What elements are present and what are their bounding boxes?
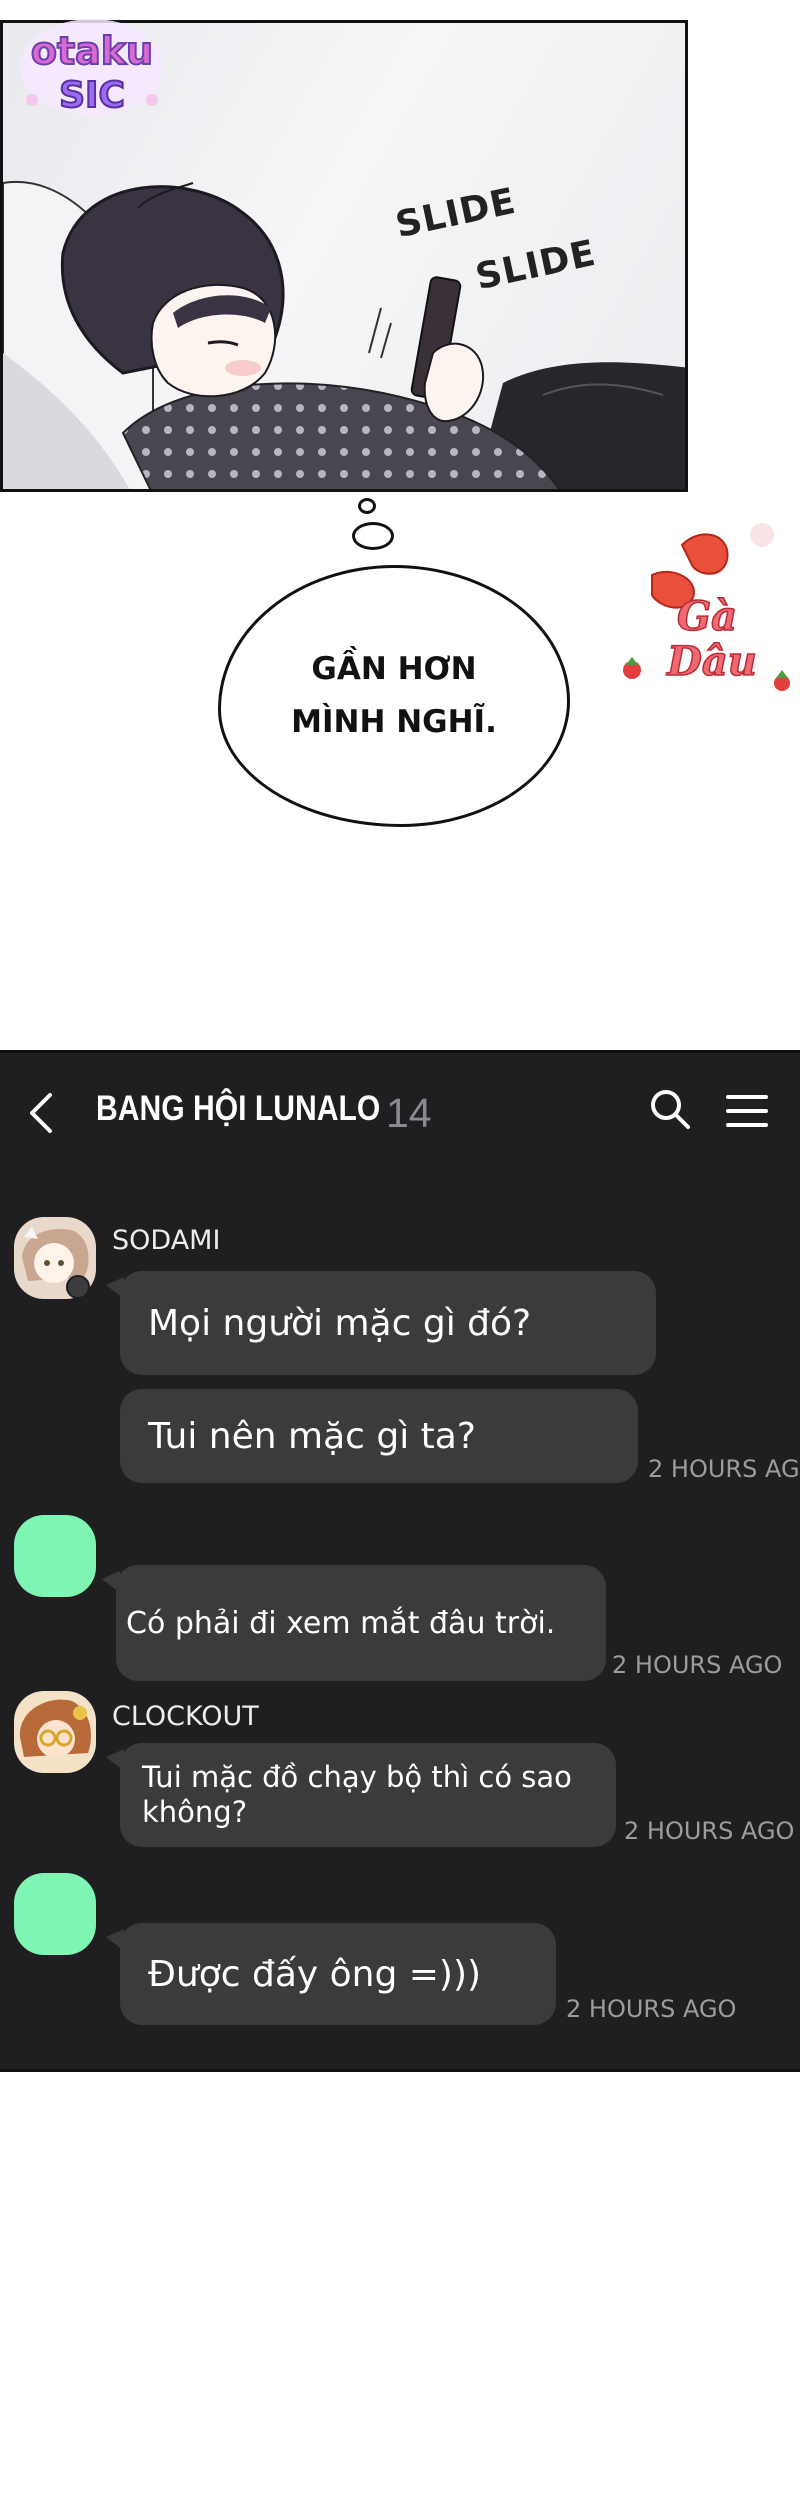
thought-dot-small — [358, 498, 376, 514]
svg-text:SIC: SIC — [59, 75, 125, 116]
avatar-placeholder[interactable] — [14, 1515, 96, 1597]
thought-line-2: MÌNH NGHĨ. — [291, 704, 497, 740]
ga-dau-logo: Gà Dâu — [623, 523, 790, 691]
sender-name: SODAMI — [112, 1225, 221, 1256]
avatar-placeholder[interactable] — [14, 1873, 96, 1955]
message-text: Tui nên mặc gì ta? — [148, 1415, 476, 1457]
back-arrow-icon[interactable] — [24, 1089, 60, 1137]
svg-text:Dâu: Dâu — [666, 638, 757, 685]
search-icon[interactable] — [648, 1087, 692, 1131]
message-bubble[interactable]: Tui nên mặc gì ta? — [120, 1389, 638, 1483]
thought-bubble: GẦN HƠN MÌNH NGHĨ. — [218, 565, 570, 827]
thought-line-1: GẦN HƠN — [311, 651, 477, 688]
member-count: 14 — [386, 1090, 432, 1136]
chat-header: BANG HỘI LUNALO 14 — [0, 1053, 800, 1173]
avatar-badge-icon — [66, 1275, 90, 1299]
message-text: Mọi người mặc gì đó? — [148, 1302, 532, 1344]
message-text: Tui mặc đồ chạy bộ thì có sao không? — [142, 1760, 572, 1829]
thought-dot-medium — [352, 522, 394, 550]
message-text: Được đấy ông =))) — [148, 1953, 482, 1995]
message-text: Có phải đi xem mắt đâu trời. — [126, 1605, 556, 1641]
chat-screen: BANG HỘI LUNALO 14 SODAMI Mọi người mặc … — [0, 1050, 800, 2072]
chat-title: BANG HỘI LUNALO — [96, 1089, 381, 1128]
message-timestamp: 2 HOURS AGO — [612, 1651, 783, 1679]
otaku-sic-logo: otaku SIC — [20, 19, 164, 117]
message-bubble[interactable]: Tui mặc đồ chạy bộ thì có sao không? — [106, 1743, 616, 1847]
message-timestamp: 2 HOURS AG — [648, 1455, 800, 1483]
sender-name: CLOCKOUT — [112, 1701, 259, 1732]
message-bubble[interactable]: Được đấy ông =))) — [106, 1923, 556, 2025]
svg-text:otaku: otaku — [31, 29, 153, 73]
message-timestamp: 2 HOURS AGO — [566, 1995, 737, 2023]
character-avatar-icon — [14, 1691, 96, 1773]
message-bubble[interactable]: Mọi người mặc gì đó? — [106, 1271, 656, 1375]
menu-icon[interactable] — [724, 1091, 770, 1131]
svg-text:Gà: Gà — [677, 593, 737, 640]
avatar-clockout[interactable] — [14, 1691, 96, 1773]
message-bubble[interactable]: Có phải đi xem mắt đâu trời. — [102, 1565, 606, 1681]
message-timestamp: 2 HOURS AGO — [624, 1817, 795, 1845]
